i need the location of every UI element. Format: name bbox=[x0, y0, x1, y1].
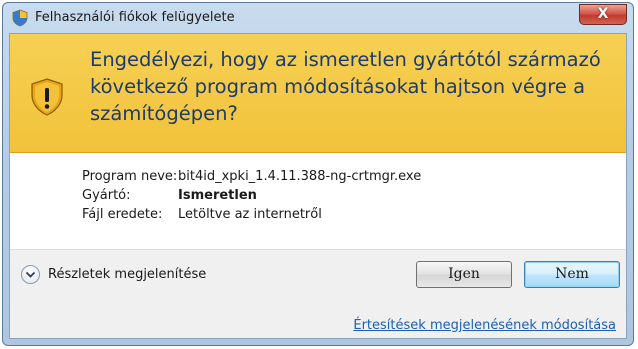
chevron-down-icon bbox=[25, 271, 36, 278]
show-details-button[interactable] bbox=[21, 265, 40, 284]
no-button[interactable]: Nem bbox=[524, 261, 620, 288]
banner-line-2: következő program módosításokat hajtson … bbox=[90, 75, 586, 98]
banner-line-1: Engedélyezi, hogy az ismeretlen gyártótó… bbox=[90, 48, 601, 71]
file-origin-value: Letöltve az internetről bbox=[178, 207, 322, 222]
close-icon: X bbox=[597, 6, 609, 22]
program-name-value: bit4id_xpki_1.4.11.388-ng-crtmgr.exe bbox=[178, 169, 422, 184]
banner-question: Engedélyezi, hogy az ismeretlen gyártótó… bbox=[90, 46, 610, 127]
title-bar[interactable]: Felhasználói fiókok felügyelete X bbox=[3, 3, 633, 33]
yes-button[interactable]: Igen bbox=[416, 261, 512, 288]
change-notifications-link[interactable]: Értesítések megjelenésének módosítása bbox=[353, 318, 616, 333]
program-details: Program neve:bit4id_xpki_1.4.11.388-ng-c… bbox=[10, 153, 626, 250]
program-name-row: Program neve:bit4id_xpki_1.4.11.388-ng-c… bbox=[82, 169, 421, 184]
publisher-row: Gyártó: Ismeretlen bbox=[82, 188, 257, 203]
show-details-label[interactable]: Részletek megjelenítése bbox=[48, 267, 206, 282]
uac-shield-icon bbox=[12, 9, 28, 27]
window-title: Felhasználói fiókok felügyelete bbox=[35, 10, 235, 25]
file-origin-row: Fájl eredete: Letöltve az internetről bbox=[82, 207, 322, 222]
dialog-button-area: Részletek megjelenítése Igen Nem bbox=[10, 250, 626, 300]
publisher-label: Gyártó: bbox=[82, 188, 131, 203]
uac-warning-shield-icon bbox=[31, 78, 63, 116]
dialog-client-area: Engedélyezi, hogy az ismeretlen gyártótó… bbox=[9, 33, 627, 339]
uac-dialog-window: Felhasználói fiókok felügyelete X Engedé… bbox=[2, 2, 634, 346]
publisher-value: Ismeretlen bbox=[178, 188, 257, 203]
warning-banner: Engedélyezi, hogy az ismeretlen gyártótó… bbox=[10, 34, 626, 153]
close-button[interactable]: X bbox=[579, 4, 627, 25]
program-name-label: Program neve: bbox=[82, 169, 178, 184]
file-origin-label: Fájl eredete: bbox=[82, 207, 163, 222]
banner-line-3: számítógépen? bbox=[90, 102, 238, 125]
